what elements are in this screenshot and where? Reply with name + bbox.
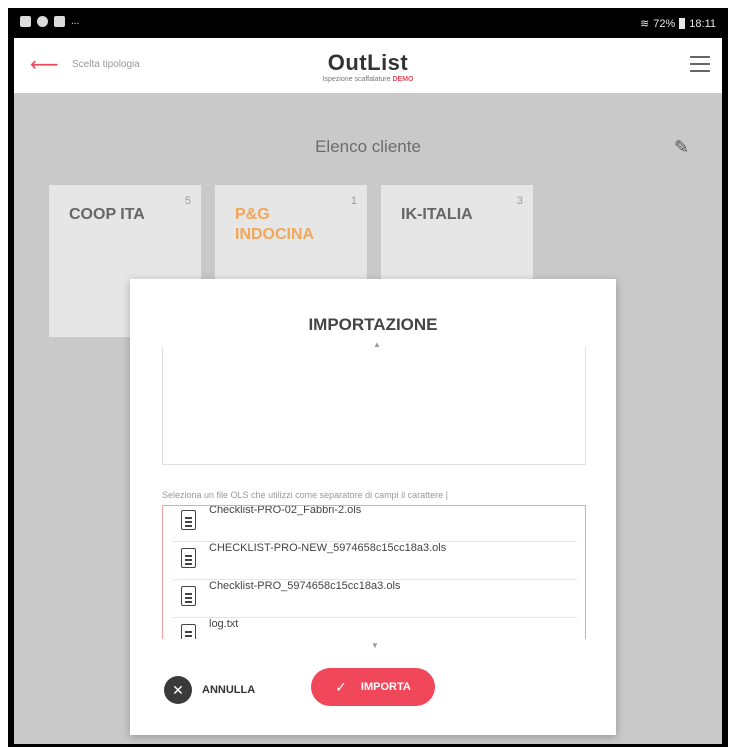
brand-name: OutList (327, 50, 409, 75)
wifi-icon: ≋ (640, 18, 650, 30)
battery-percent: 72% (653, 17, 676, 30)
scroll-down-icon: ▼ (371, 641, 379, 650)
battery-icon (679, 18, 686, 29)
demo-badge: DEMO (392, 76, 414, 83)
file-item[interactable]: Checklist-PRO-02_Fabbri-2.ols (173, 505, 577, 542)
document-icon (181, 548, 196, 568)
cancel-button[interactable]: ✕ ANNULLA (164, 676, 255, 704)
client-name: IK-ITALIA (401, 206, 473, 223)
document-icon (181, 510, 196, 530)
file-name: log.txt (209, 618, 239, 630)
client-name: COOP ITA (69, 206, 145, 223)
client-count: 5 (184, 195, 191, 207)
app-bar: ⟵ Scelta tipologia OutList Ispezione sca… (14, 38, 722, 93)
file-name: Checklist-PRO-02_Fabbri-2.ols (209, 505, 362, 516)
brand-logo: OutList Ispezione scaffalature DEMO (14, 50, 722, 83)
client-name: P&G INDOCINA (235, 206, 315, 243)
check-icon: ✓ (335, 678, 347, 695)
file-item[interactable]: log.txt (173, 618, 577, 639)
file-name: CHECKLIST-PRO-NEW_5974658c15cc18a3.ols (209, 542, 447, 554)
dialog-title: IMPORTAZIONE (308, 315, 438, 334)
client-count: 3 (516, 195, 523, 207)
file-item[interactable]: Checklist-PRO_5974658c15cc18a3.ols (173, 580, 577, 618)
file-list[interactable]: Checklist-PRO-02_Fabbri-2.ols CHECKLIST-… (162, 505, 586, 639)
file-instruction: Seleziona un file OLS che utilizzi come … (162, 490, 448, 500)
client-count: 1 (350, 195, 357, 207)
brand-subtitle: Ispezione scaffalature DEMO (14, 76, 722, 83)
page-title: Elenco cliente (315, 137, 421, 156)
clock: 18:11 (689, 17, 716, 30)
file-name: Checklist-PRO_5974658c15cc18a3.ols (209, 580, 401, 592)
more-notifications-icon: ... (71, 16, 80, 27)
file-item[interactable]: CHECKLIST-PRO-NEW_5974658c15cc18a3.ols (173, 542, 577, 580)
menu-icon[interactable] (690, 56, 710, 77)
facebook-icon (54, 16, 65, 27)
cancel-label: ANNULLA (202, 684, 256, 696)
pencil-icon[interactable]: ✎ (674, 137, 689, 158)
image-icon (20, 16, 31, 27)
import-label: IMPORTA (360, 681, 411, 693)
preview-textarea[interactable] (162, 347, 586, 465)
sync-icon (37, 16, 48, 27)
close-icon: ✕ (164, 676, 192, 704)
import-button[interactable]: ✓ IMPORTA (311, 668, 435, 706)
brand-subtitle-text: Ispezione scaffalature (322, 76, 391, 83)
import-dialog: IMPORTAZIONE ▲ Seleziona un file OLS che… (130, 279, 616, 735)
document-icon (181, 586, 196, 606)
status-bar: ... ≋ 72% 18:11 (8, 8, 728, 38)
document-icon (181, 624, 196, 639)
